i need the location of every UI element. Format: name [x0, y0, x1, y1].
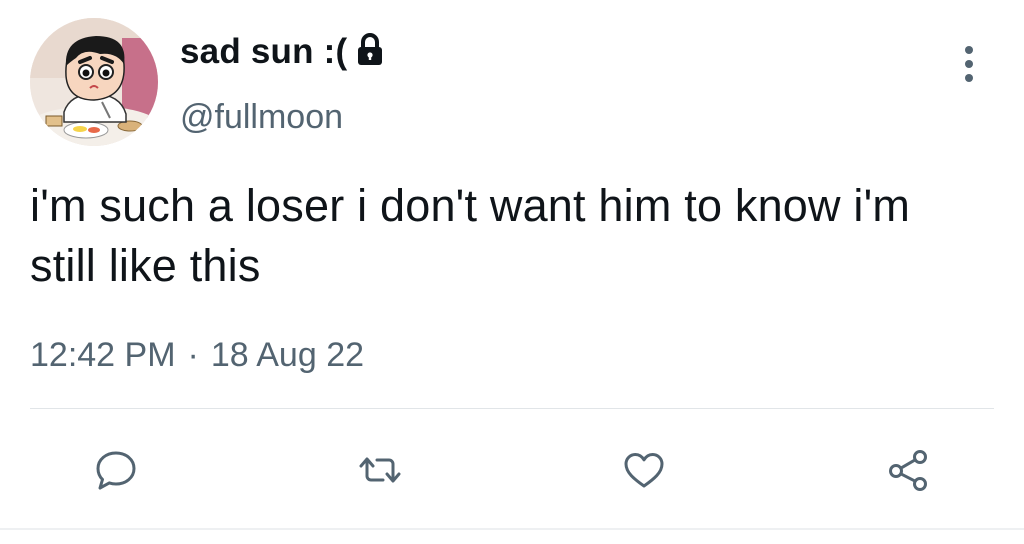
display-name[interactable]: sad sun :( — [180, 32, 347, 72]
avatar-cartoon-icon — [30, 18, 158, 146]
comment-icon — [96, 451, 136, 490]
retweet-button[interactable] — [352, 442, 408, 498]
more-options-icon[interactable] — [956, 44, 982, 84]
heart-icon — [624, 453, 664, 488]
tweet-card: sad sun :( @fullmoon i'm such a loser i … — [0, 0, 1024, 544]
avatar[interactable] — [30, 18, 158, 146]
tweet-time: 12:42 PM — [30, 336, 176, 374]
bottom-divider — [0, 528, 1024, 530]
timestamp-separator: · — [187, 336, 199, 374]
display-name-row: sad sun :( — [180, 30, 385, 74]
tweet-date: 18 Aug 22 — [210, 336, 365, 374]
share-icon — [889, 450, 927, 491]
user-handle[interactable]: @fullmoon — [180, 98, 343, 137]
like-button[interactable] — [616, 442, 672, 498]
tweet-timestamp[interactable]: 12:42 PM · 18 Aug 22 — [30, 336, 364, 375]
reply-button[interactable] — [88, 442, 144, 498]
lock-icon — [358, 33, 383, 65]
share-button[interactable] — [880, 442, 936, 498]
divider — [30, 408, 994, 409]
tweet-text: i'm such a loser i don't want him to kno… — [30, 180, 911, 291]
retweet-icon — [359, 457, 401, 483]
